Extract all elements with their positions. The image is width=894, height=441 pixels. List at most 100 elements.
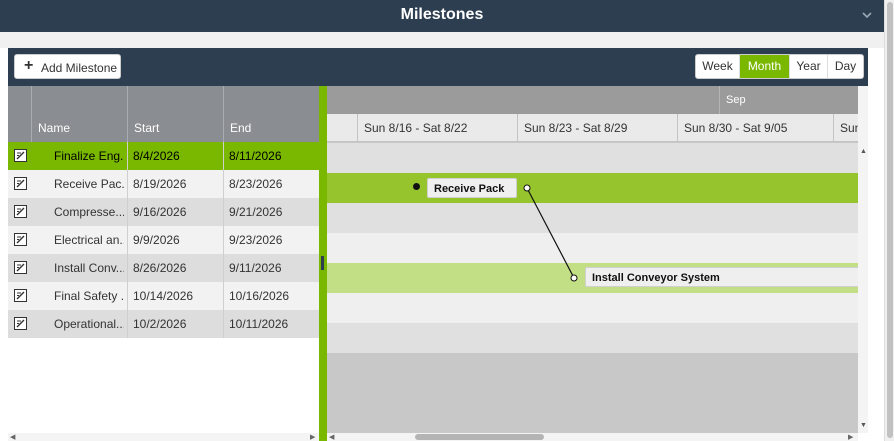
edit-icon[interactable] [14,289,27,302]
column-header-name[interactable]: Name [31,86,127,142]
column-name-label: Name [38,121,71,135]
view-day-button[interactable]: Day [827,55,863,78]
scroll-right-icon[interactable]: ▶ [310,433,315,441]
row-start: 9/9/2026 [133,233,180,247]
cell-divider [223,142,224,170]
add-milestone-label: Add Milestone [41,61,118,75]
table-row[interactable]: Receive Pac... 8/19/2026 8/23/2026 [8,170,319,198]
plus-icon: + [24,57,34,74]
column-start-label: Start [134,121,160,135]
view-week-button[interactable]: Week [696,55,739,78]
milestone-bar[interactable]: Install Conveyor System [585,267,858,287]
table-row[interactable]: Finalize Eng... 8/4/2026 8/11/2026 [8,142,319,170]
row-end: 8/23/2026 [229,177,283,191]
row-end: 9/11/2026 [229,261,282,275]
row-end: 8/11/2026 [229,149,282,163]
scroll-left-icon[interactable]: ◀ [329,433,334,441]
timeline-row [327,203,858,233]
timeline-week-header: Sun 8/16 - Sat 8/22 Sun 8/23 - Sat 8/29 … [327,114,858,142]
cell-divider [223,226,224,254]
row-end: 9/23/2026 [229,233,283,247]
row-end: 9/21/2026 [229,205,283,219]
month-label: Sep [719,86,858,114]
scroll-down-icon[interactable]: ▼ [860,422,867,429]
window-titlebar: Milestones [0,0,884,32]
cell-divider [223,198,224,226]
view-month-button[interactable]: Month [739,55,789,78]
page-scrollbar-thumb[interactable] [887,2,893,438]
gantt-chart: Sep Sun 8/16 - Sat 8/22 Sun 8/23 - Sat 8… [327,86,858,433]
edit-icon[interactable] [14,317,27,330]
timeline-row [327,233,858,263]
table-row[interactable]: Final Safety ... 10/14/2026 10/16/2026 [8,282,319,310]
row-name: Final Safety ... [54,289,124,303]
cell-divider [127,198,128,226]
row-start: 8/4/2026 [133,149,180,163]
view-year-button[interactable]: Year [789,55,827,78]
edit-icon[interactable] [14,205,27,218]
milestones-panel: + Add Milestone Week Month Year Day Name… [8,48,868,441]
panel-gap [0,32,884,48]
milestone-bar[interactable]: Receive Pack [427,178,517,198]
cell-divider [127,142,128,170]
edit-icon[interactable] [14,261,27,274]
cell-divider [127,310,128,338]
splitter-grip-icon[interactable] [321,256,324,270]
row-name: Finalize Eng... [54,149,124,163]
row-end: 10/16/2026 [229,289,290,303]
cell-divider [127,170,128,198]
cell-divider [223,282,224,310]
toolbar: + Add Milestone Week Month Year Day [8,48,868,86]
row-name: Install Conv... [54,261,124,275]
cell-divider [127,226,128,254]
column-end-label: End [230,121,252,135]
scroll-right-icon[interactable]: ▶ [848,433,853,441]
row-start: 10/14/2026 [133,289,194,303]
chart-vertical-scrollbar[interactable]: ▲ ▼ [858,86,868,433]
row-start: 8/26/2026 [133,261,187,275]
column-header-end[interactable]: End [223,86,319,142]
week-label: Sun 8/30 - Sat 9/05 [677,114,833,142]
pane-splitter[interactable] [319,86,327,441]
edit-icon[interactable] [14,233,27,246]
week-label: Sun 8/16 - Sat 8/22 [357,114,517,142]
grid-horizontal-scrollbar[interactable]: ◀ ▶ [8,433,319,441]
edit-icon[interactable] [14,177,27,190]
milestone-marker-icon [413,183,420,190]
row-start: 8/19/2026 [133,177,187,191]
row-name: Receive Pac... [54,177,124,191]
grid-header: Name Start End [8,86,319,142]
scroll-left-icon[interactable]: ◀ [10,433,15,441]
timeline-month-header: Sep [327,86,858,114]
scroll-up-icon[interactable]: ▲ [860,148,867,155]
view-selector: Week Month Year Day [695,54,864,79]
cell-divider [223,254,224,282]
timeline-row [327,293,858,323]
table-row[interactable]: Install Conv... 8/26/2026 9/11/2026 [8,254,319,282]
scrollbar-thumb[interactable] [415,434,544,440]
cell-divider [223,170,224,198]
window-title: Milestones [400,6,484,23]
chevron-down-icon[interactable] [860,8,874,22]
row-name: Operational... [54,317,124,331]
edit-icon[interactable] [14,149,27,162]
column-header-start[interactable]: Start [127,86,223,142]
cell-divider [127,282,128,310]
timeline-row [327,323,858,353]
add-milestone-button[interactable]: + Add Milestone [14,54,121,79]
table-row[interactable]: Compresse... 9/16/2026 9/21/2026 [8,198,319,226]
row-name: Electrical an... [54,233,124,247]
timeline-row [327,143,858,173]
cell-divider [127,254,128,282]
row-name: Compresse... [54,205,124,219]
milestone-grid: Name Start End Finalize Eng... 8/4/2026 … [8,86,319,441]
table-row[interactable]: Operational... 10/2/2026 10/11/2026 [8,310,319,338]
week-label: Sun [833,114,858,142]
row-start: 9/16/2026 [133,205,187,219]
cell-divider [223,310,224,338]
chart-horizontal-scrollbar[interactable]: ◀ ▶ [327,433,858,441]
row-start: 10/2/2026 [133,317,187,331]
table-row[interactable]: Electrical an... 9/9/2026 9/23/2026 [8,226,319,254]
page-scrollbar[interactable] [884,0,894,441]
week-label: Sun 8/23 - Sat 8/29 [517,114,677,142]
